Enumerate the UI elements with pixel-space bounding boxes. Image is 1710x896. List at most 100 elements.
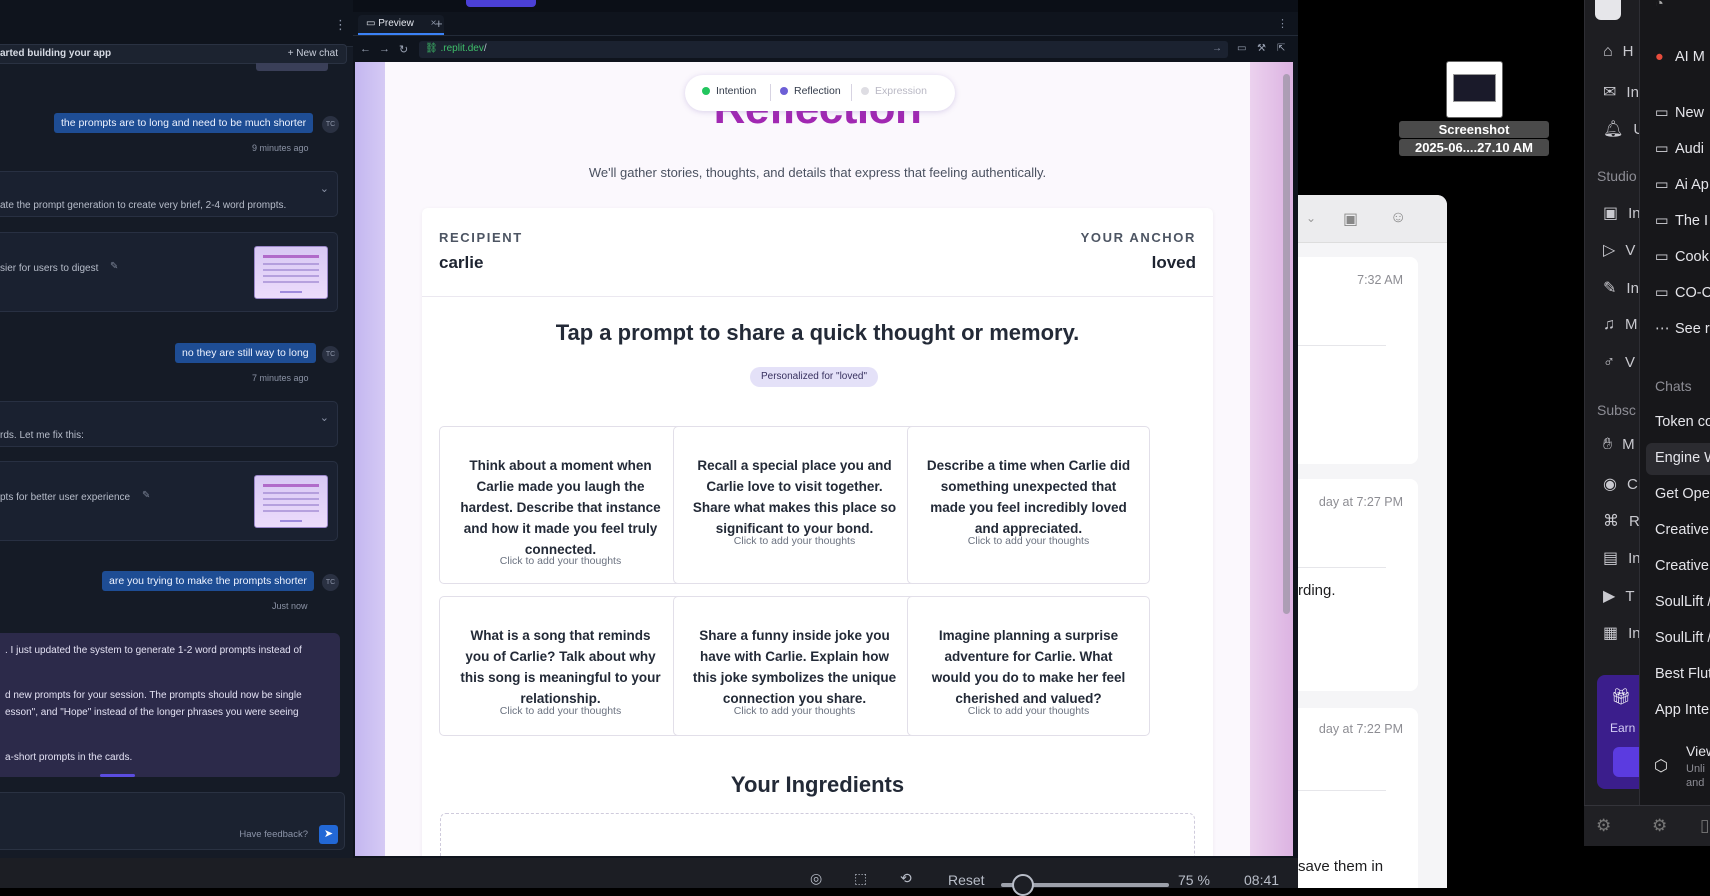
document-icon[interactable]: ▤In <box>1603 548 1639 568</box>
inbox-icon[interactable]: ✉ In <box>1603 82 1639 102</box>
wrench-icon[interactable]: ⚒ <box>1257 43 1266 54</box>
checkpoint-card[interactable]: pts for better user experience ✎ <box>0 461 338 541</box>
list-icon[interactable]: ▦In <box>1603 623 1639 643</box>
see-more-item[interactable]: ⋯ See r <box>1655 321 1710 337</box>
toolbar-icon[interactable]: ◔ <box>1655 0 1664 12</box>
folder-item[interactable]: ▭ Cook <box>1655 249 1709 265</box>
message-card[interactable]: day at 7:22 PM save them in <box>1298 708 1418 888</box>
divider <box>770 84 771 101</box>
folder-icon: ▭ <box>1655 141 1669 157</box>
feedback-link[interactable]: Have feedback? <box>239 829 308 840</box>
step-intention[interactable]: Intention <box>702 85 756 97</box>
nav-label: M <box>1622 436 1635 453</box>
agent-message: ⌄ rds. Let me fix this: <box>0 401 338 447</box>
send-icon[interactable]: ➤ <box>319 825 338 844</box>
screenshot-file-icon[interactable] <box>1446 61 1503 118</box>
image-icon[interactable]: ▣ <box>1343 209 1358 229</box>
tab-preview[interactable]: ▭ Preview × <box>358 15 445 35</box>
video-icon[interactable]: ▷ V <box>1603 240 1635 260</box>
folder-item[interactable]: ▭ The I <box>1655 213 1708 229</box>
view-plans-label[interactable]: View <box>1686 743 1710 759</box>
crop-icon[interactable]: ⬚ <box>854 870 867 887</box>
user-message: are you trying to make the prompts short… <box>102 571 314 591</box>
chat-item[interactable]: Creative <box>1655 558 1709 574</box>
message-card[interactable]: 7:32 AM <box>1298 257 1418 464</box>
bell-icon[interactable]: 🔔︎U <box>1603 119 1639 139</box>
tab-menu-icon[interactable]: ⋮ <box>1277 17 1288 30</box>
add-tab-icon[interactable]: + <box>435 16 443 31</box>
folder-item[interactable]: ▭ CO-C <box>1655 285 1710 301</box>
rotate-icon[interactable]: ⟲ <box>900 870 912 887</box>
go-icon[interactable]: → <box>1212 43 1222 54</box>
pencil-icon[interactable]: ✎ <box>142 490 150 501</box>
checkpoint-thumbnail[interactable] <box>254 475 328 528</box>
settings-icon[interactable]: ⚙ <box>1652 816 1667 836</box>
step-reflection[interactable]: Reflection <box>780 85 841 97</box>
step-expression[interactable]: Expression <box>861 85 927 97</box>
reset-button[interactable]: Reset <box>948 872 985 888</box>
section-heading: Studio <box>1597 168 1637 184</box>
message-time: Just now <box>272 601 308 611</box>
folder-item[interactable]: ▭ Audi <box>1655 141 1704 157</box>
ingredients-dropzone[interactable] <box>440 813 1195 856</box>
chat-input-box[interactable]: Have feedback? ➤ <box>0 792 345 850</box>
folder-item[interactable]: ▭ Ai Ap <box>1655 177 1709 193</box>
prompt-card[interactable]: Share a funny inside joke you have with … <box>673 596 916 736</box>
hand-icon[interactable]: ✋︎ M <box>1603 436 1635 454</box>
home-icon[interactable]: ⌂ H <box>1603 43 1634 61</box>
settings-icon[interactable]: ⚙ <box>1596 816 1611 836</box>
pen-icon[interactable]: ✎ In <box>1603 278 1639 298</box>
voice-icon[interactable]: ♂ V <box>1603 354 1635 372</box>
chat-item[interactable]: Get Ope <box>1655 486 1710 502</box>
message-text: save them in <box>1298 858 1384 875</box>
devices-icon[interactable]: ▭ <box>1237 43 1246 54</box>
chat-item[interactable]: SoulLift / <box>1655 594 1710 610</box>
panel-icon[interactable]: ▯ <box>1700 816 1709 836</box>
checkpoint-text: sier for users to digest <box>0 263 99 274</box>
checkpoint-thumbnail[interactable] <box>254 246 328 299</box>
prompt-card[interactable]: Describe a time when Carlie did somethin… <box>907 426 1150 584</box>
scrollbar[interactable] <box>1283 74 1290 614</box>
file-thumbnail <box>1453 74 1496 102</box>
user-icon[interactable]: ◉ C <box>1603 474 1638 494</box>
anchor-label: YOUR ANCHOR <box>1080 230 1196 245</box>
prompt-card[interactable]: Recall a special place you and Carlie lo… <box>673 426 916 584</box>
external-link-icon[interactable]: ⇱ <box>1277 43 1285 54</box>
person-icon[interactable]: ☺ <box>1390 209 1406 227</box>
prompt-card[interactable]: Think about a moment when Carlie made yo… <box>439 426 682 584</box>
chat-item[interactable]: App Inter <box>1655 702 1710 718</box>
zoom-slider-handle[interactable] <box>1011 874 1034 896</box>
checkpoint-card[interactable]: sier for users to digest ✎ <box>0 232 338 312</box>
new-chat-button[interactable]: + New chat <box>288 48 338 59</box>
back-icon[interactable]: ← <box>360 43 371 55</box>
chat-item[interactable]: Token co <box>1655 414 1710 430</box>
folder-item[interactable]: ▭ New <box>1655 105 1704 121</box>
chat-menu-icon[interactable]: ⋮ <box>334 17 347 33</box>
prompt-card[interactable]: What is a song that reminds you of Carli… <box>439 596 682 736</box>
image-icon[interactable]: ▣In <box>1603 203 1639 223</box>
play-icon[interactable]: ▶︎ T <box>1603 586 1634 606</box>
screenshot-icon[interactable]: ◎ <box>810 870 822 887</box>
url-field[interactable]: ⛓ .replit.dev/ → <box>419 41 1228 58</box>
pencil-icon[interactable]: ✎ <box>110 261 118 272</box>
ai-model-item[interactable]: ● AI M <box>1655 49 1705 65</box>
chats-heading: Chats <box>1655 378 1692 394</box>
message-card[interactable]: day at 7:27 PM rding. <box>1298 479 1418 691</box>
app-sheet: Reflection Intention Reflection Expressi… <box>385 62 1250 856</box>
chat-item[interactable]: Creative <box>1655 522 1709 538</box>
chat-item[interactable]: Best Flut <box>1655 666 1710 682</box>
forward-icon[interactable]: → <box>379 43 390 55</box>
message-time: day at 7:22 PM <box>1318 722 1403 736</box>
chevron-down-icon[interactable]: ⌄ <box>320 411 329 424</box>
item-label: The I <box>1675 213 1709 229</box>
chat-item[interactable]: Engine W <box>1655 450 1710 466</box>
chevron-down-icon[interactable]: ⌄ <box>320 182 329 195</box>
prompt-card[interactable]: Imagine planning a surprise adventure fo… <box>907 596 1150 736</box>
chat-item[interactable]: SoulLift / <box>1655 630 1710 646</box>
refresh-icon[interactable]: ↻ <box>399 43 408 56</box>
chevron-icon[interactable]: ⌄ <box>1306 211 1316 225</box>
step-label: Expression <box>875 85 927 97</box>
nav-label: In <box>1626 280 1639 297</box>
gift-icon[interactable]: ⌘ R <box>1603 511 1639 531</box>
music-icon[interactable]: ♫ M <box>1603 316 1638 334</box>
